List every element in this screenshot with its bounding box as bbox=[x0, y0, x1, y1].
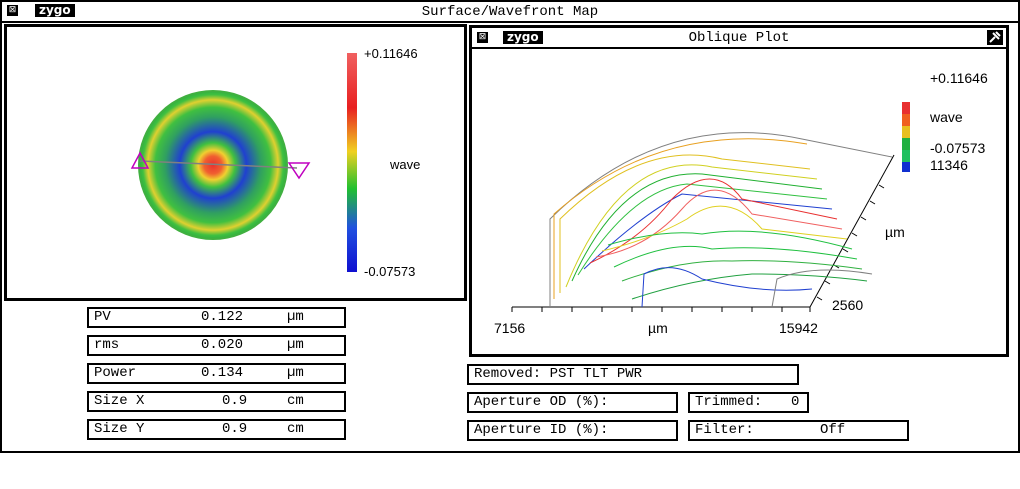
oblique-plot-canvas bbox=[511, 102, 910, 312]
y-axis-value: 2560 bbox=[832, 297, 864, 313]
trimmed-field: Trimmed: 0 bbox=[688, 392, 809, 413]
oblique-plot-panel: ⊠ zygo Oblique Plot +0.11646 wave -0.075… bbox=[469, 25, 1009, 357]
colorbar-min-label: -0.07573 bbox=[364, 264, 416, 279]
removed-text: Removed: PST TLT PWR bbox=[474, 366, 643, 382]
result-value: 0.9 bbox=[222, 421, 248, 437]
result-value: 0.122 bbox=[201, 309, 244, 325]
x-axis-min: 7156 bbox=[494, 320, 526, 336]
filter-value: Off bbox=[820, 422, 846, 438]
aperture-od-label: Aperture OD (%): bbox=[474, 394, 609, 410]
oblique-colorbar-max: +0.11646 bbox=[930, 70, 988, 86]
result-size-x: Size X 0.9 cm bbox=[87, 391, 346, 412]
result-power: Power 0.134 µm bbox=[87, 363, 346, 384]
removed-field: Removed: PST TLT PWR bbox=[467, 364, 799, 385]
title-bar: ⊠ zygo Surface/Wavefront Map bbox=[2, 2, 1018, 23]
oblique-colorbar-extra: 11346 bbox=[930, 157, 968, 173]
aperture-od-field[interactable]: Aperture OD (%): bbox=[467, 392, 678, 413]
result-label: Size X bbox=[94, 393, 145, 409]
x-axis-max: 15942 bbox=[779, 320, 818, 336]
result-label: Power bbox=[94, 365, 137, 381]
result-unit: µm bbox=[287, 337, 304, 353]
result-unit: cm bbox=[287, 393, 304, 409]
result-pv: PV 0.122 µm bbox=[87, 307, 346, 328]
filter-field: Filter: Off bbox=[688, 420, 909, 441]
trimmed-label: Trimmed: bbox=[695, 394, 763, 410]
result-unit: cm bbox=[287, 421, 304, 437]
result-unit: µm bbox=[287, 365, 304, 381]
result-size-y: Size Y 0.9 cm bbox=[87, 419, 346, 440]
result-label: rms bbox=[94, 337, 120, 353]
oblique-colorbar-min: -0.07573 bbox=[930, 140, 986, 156]
oblique-title-bar: ⊠ zygo Oblique Plot bbox=[472, 28, 1006, 49]
result-value: 0.020 bbox=[201, 337, 244, 353]
pin-icon[interactable] bbox=[987, 30, 1003, 45]
result-label: Size Y bbox=[94, 421, 145, 437]
x-axis-unit: µm bbox=[648, 320, 668, 336]
result-value: 0.9 bbox=[222, 393, 248, 409]
oblique-colorbar-unit: wave bbox=[930, 109, 963, 125]
oblique-title: Oblique Plot bbox=[688, 30, 790, 46]
result-unit: µm bbox=[287, 309, 304, 325]
filter-label: Filter: bbox=[695, 422, 754, 438]
oblique-colorbar bbox=[902, 102, 910, 172]
surface-map-panel: +0.11646 wave -0.07573 bbox=[4, 24, 467, 301]
window-title: Surface/Wavefront Map bbox=[421, 4, 599, 20]
colorbar-max-label: +0.11646 bbox=[364, 46, 418, 61]
result-value: 0.134 bbox=[201, 365, 244, 381]
oblique-surface bbox=[549, 132, 893, 308]
trimmed-value: 0 bbox=[791, 394, 800, 410]
profile-end-marker[interactable] bbox=[287, 162, 311, 180]
result-rms: rms 0.020 µm bbox=[87, 335, 346, 356]
result-label: PV bbox=[94, 309, 111, 325]
surface-colorbar bbox=[347, 53, 357, 272]
y-axis-unit: µm bbox=[885, 224, 905, 240]
colorbar-unit-label: wave bbox=[390, 157, 421, 172]
aperture-id-field[interactable]: Aperture ID (%): bbox=[467, 420, 678, 441]
aperture-id-label: Aperture ID (%): bbox=[474, 422, 609, 438]
